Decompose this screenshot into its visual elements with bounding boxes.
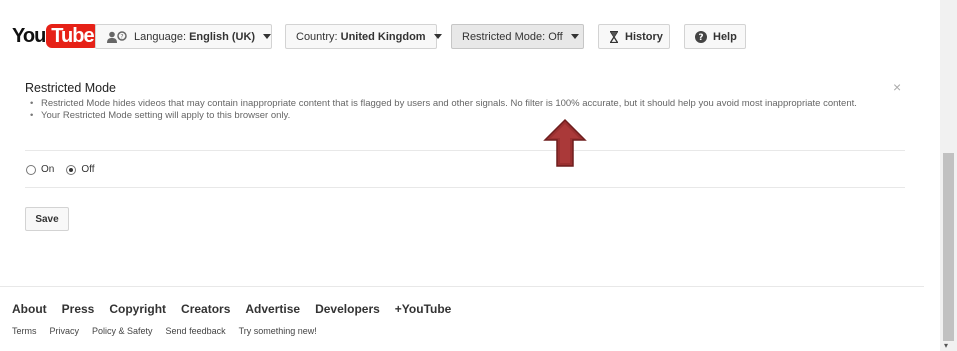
people-icon: ? [106,30,128,43]
footer-link-advertise[interactable]: Advertise [245,302,300,316]
country-prefix: Country: [296,30,341,43]
footer-secondary-links: Terms Privacy Policy & Safety Send feedb… [12,326,330,336]
divider [25,150,905,151]
footer-link-plus-youtube[interactable]: +YouTube [395,302,452,316]
chevron-down-icon [263,34,272,39]
country-button[interactable]: Country: United Kingdom [285,24,442,49]
logo-you: You [12,24,46,47]
footer-primary-links: About Press Copyright Creators Advertise… [12,302,466,316]
radio-off-label[interactable]: Off [81,164,94,175]
restricted-mode-options: On Off [26,164,107,175]
close-icon[interactable]: × [893,79,901,95]
chevron-down-icon [433,34,442,39]
radio-on[interactable] [26,164,36,175]
language-button[interactable]: ? Language: English (UK) [95,24,272,49]
footer-link-privacy[interactable]: Privacy [50,326,80,336]
description-item: Restricted Mode hides videos that may co… [27,98,907,110]
chevron-down-icon [570,34,579,39]
scroll-down-icon[interactable]: ▾ [944,341,948,350]
footer-link-creators[interactable]: Creators [181,302,230,316]
history-button[interactable]: History [598,24,670,49]
footer-link-try-something-new[interactable]: Try something new! [239,326,317,336]
restricted-mode-title: Restricted Mode [25,81,117,95]
radio-on-label[interactable]: On [41,164,54,175]
footer-divider [0,286,924,287]
history-label: History [625,30,663,43]
footer-link-developers[interactable]: Developers [315,302,380,316]
footer-link-policy-safety[interactable]: Policy & Safety [92,326,153,336]
country-value: United Kingdom [340,30,426,43]
radio-off[interactable] [66,164,77,175]
footer-link-about[interactable]: About [12,302,47,316]
description-item: Your Restricted Mode setting will apply … [27,110,907,122]
restricted-mode-button[interactable]: Restricted Mode: Off [451,24,584,49]
language-value: English (UK) [189,30,256,43]
hourglass-icon [609,30,619,43]
page: You Tube ? Language: English (UK) Countr… [0,0,940,351]
footer-link-press[interactable]: Press [62,302,95,316]
restricted-mode-description: Restricted Mode hides videos that may co… [27,98,907,121]
language-prefix: Language: [134,30,190,43]
restricted-mode-label: Restricted Mode: Off [462,30,563,43]
scrollbar-thumb[interactable] [943,153,954,341]
svg-text:?: ? [698,33,703,43]
logo-tube: Tube [46,24,99,48]
svg-text:?: ? [120,33,123,40]
help-label: Help [713,30,737,43]
up-arrow-annotation [543,118,587,173]
help-circle-icon: ? [695,30,707,43]
footer-link-terms[interactable]: Terms [12,326,37,336]
help-button[interactable]: ? Help [684,24,746,49]
footer-link-copyright[interactable]: Copyright [109,302,166,316]
footer-link-send-feedback[interactable]: Send feedback [166,326,226,336]
divider [25,187,905,188]
youtube-logo[interactable]: You Tube [12,24,99,48]
save-button[interactable]: Save [25,207,69,231]
